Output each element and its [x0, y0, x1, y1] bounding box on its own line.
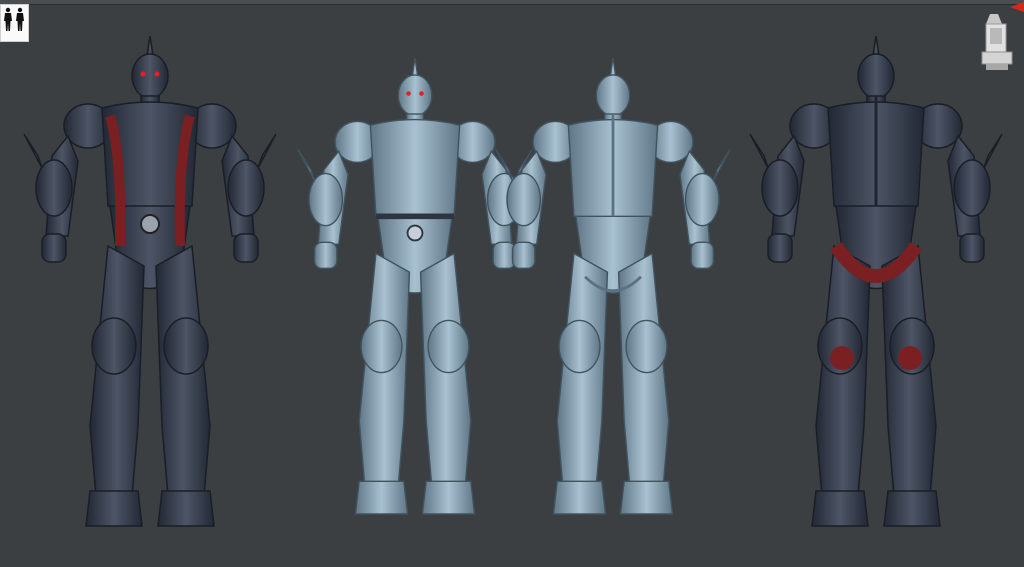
top-toolbar-strip	[0, 0, 1024, 5]
armor-figure-back-light[interactable]	[495, 57, 731, 515]
sculpt-viewport[interactable]	[0, 6, 1024, 563]
armor-figure-back-dark[interactable]	[749, 35, 1003, 527]
armor-figure-front-dark[interactable]	[23, 35, 277, 527]
armor-figure-front-light[interactable]	[297, 57, 533, 515]
